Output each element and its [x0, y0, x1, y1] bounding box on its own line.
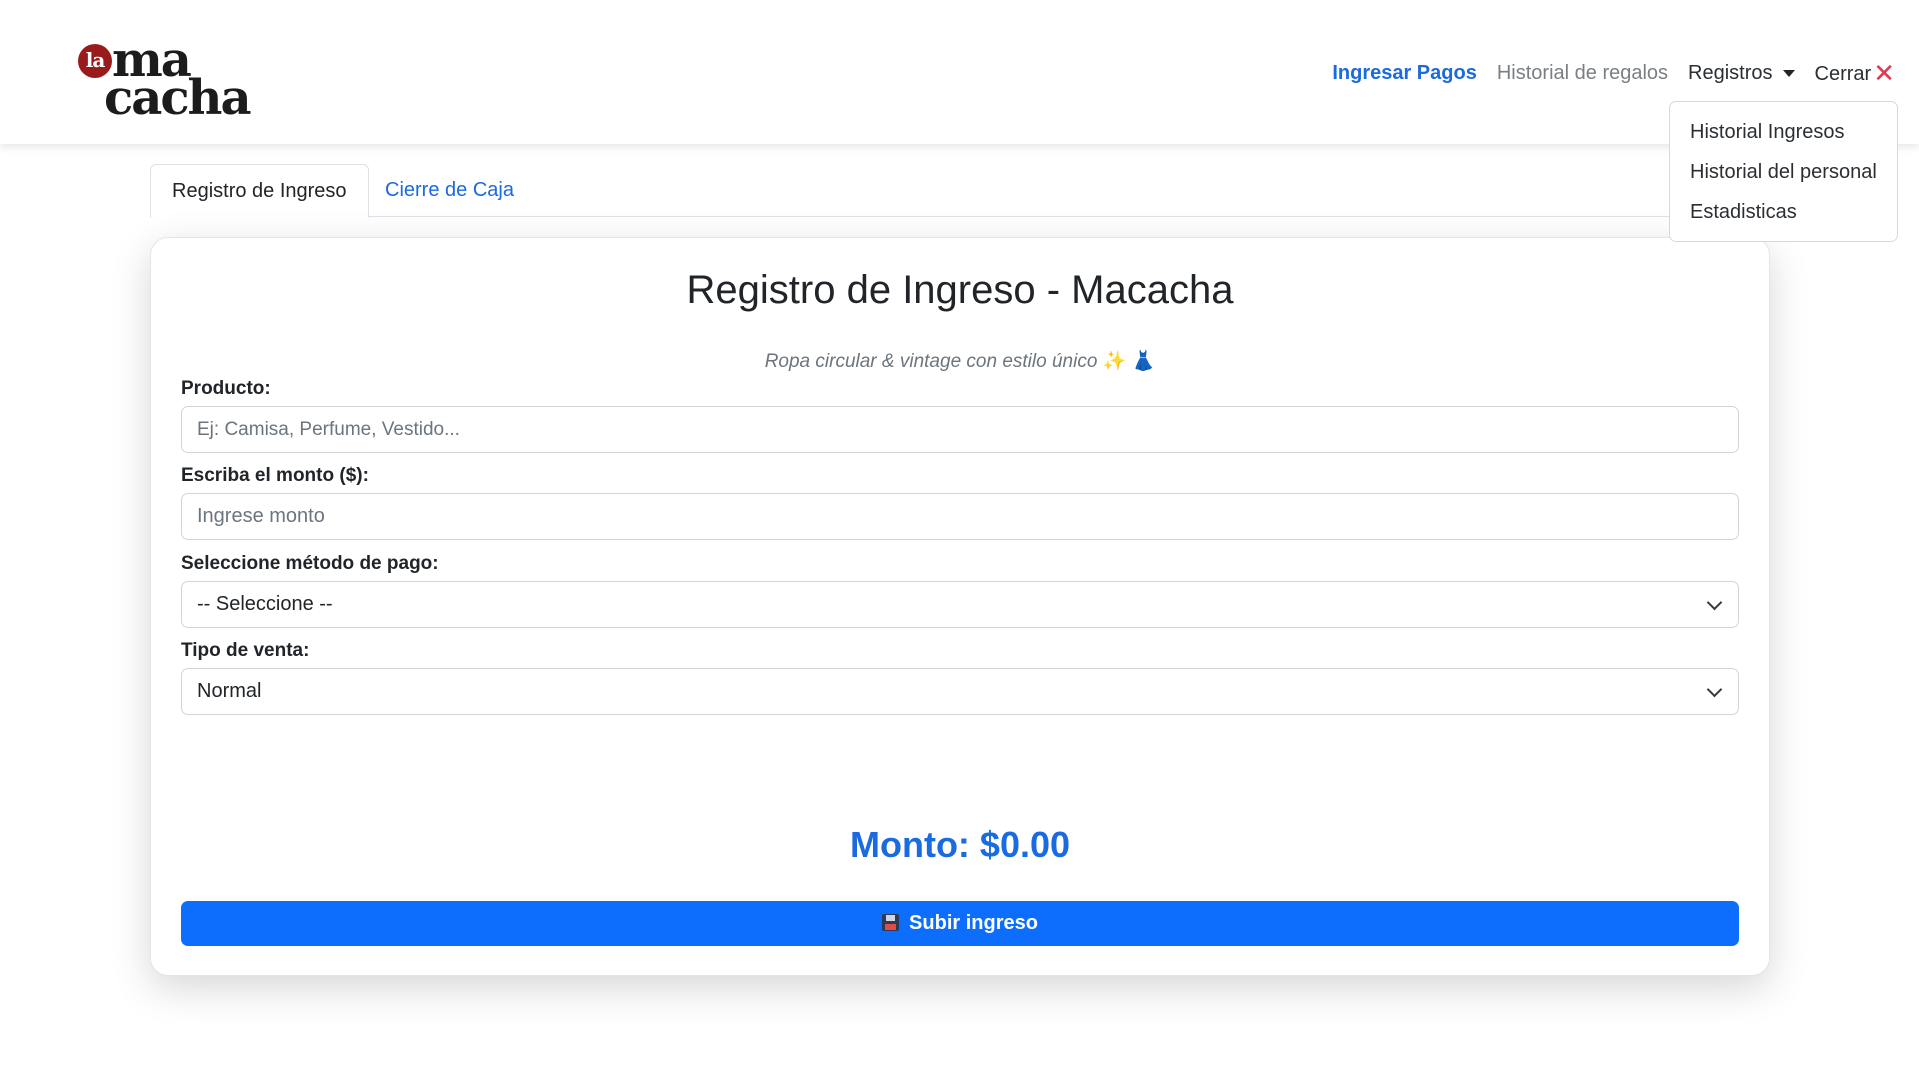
tabs: Registro de Ingreso Cierre de Caja	[150, 164, 1769, 218]
tab-registro-ingreso[interactable]: Registro de Ingreso	[150, 164, 369, 218]
registro-card: Registro de Ingreso - Macacha Ropa circu…	[150, 237, 1770, 976]
tipo-venta-select[interactable]: Normal	[181, 668, 1739, 715]
floppy-disk-icon	[882, 914, 900, 931]
nav-registros-label: Registros	[1688, 61, 1773, 84]
nav-cerrar[interactable]: Cerrar✕	[1815, 58, 1895, 89]
nav-links: Ingresar Pagos Historial de regalos Regi…	[1312, 56, 1895, 90]
sparkles-icon: ✨	[1102, 351, 1127, 372]
metodo-pago-label: Seleccione método de pago:	[181, 553, 439, 574]
dropdown-item-historial-ingresos[interactable]: Historial Ingresos	[1670, 112, 1897, 152]
nav-ingresar-pagos[interactable]: Ingresar Pagos	[1332, 62, 1477, 85]
page-title: Registro de Ingreso - Macacha	[686, 268, 1234, 312]
dress-icon: 👗	[1131, 351, 1156, 372]
subir-ingreso-button[interactable]: Subir ingreso	[181, 901, 1739, 946]
producto-label: Producto:	[181, 378, 271, 399]
macacha-logo[interactable]: la ma cacha	[78, 36, 268, 126]
nav-cerrar-label: Cerrar	[1814, 62, 1872, 85]
nav-registros-dropdown[interactable]: Registros	[1688, 61, 1795, 85]
producto-input[interactable]	[181, 406, 1739, 453]
registros-dropdown-menu: Historial Ingresos Historial del persona…	[1669, 101, 1898, 242]
metodo-pago-select-box: -- Seleccione --	[181, 581, 1739, 628]
tipo-venta-select-box: Normal	[181, 668, 1739, 715]
metodo-pago-value: -- Seleccione --	[197, 593, 333, 615]
metodo-pago-select[interactable]: -- Seleccione --	[181, 581, 1739, 628]
nav-historial-regalos[interactable]: Historial de regalos	[1497, 62, 1668, 85]
navbar: la ma cacha Ingresar Pagos Historial de …	[0, 0, 1919, 144]
logo-line-2: cacha	[104, 70, 252, 126]
page-subtitle: Ropa circular & vintage con estilo único…	[151, 349, 1769, 373]
chevron-down-icon	[1706, 594, 1723, 611]
dropdown-item-estadisticas[interactable]: Estadisticas	[1670, 192, 1897, 232]
close-icon: ✕	[1873, 57, 1895, 88]
subir-ingreso-label: Subir ingreso	[909, 912, 1038, 934]
caret-down-icon	[1782, 69, 1795, 77]
chevron-down-icon	[1706, 681, 1723, 698]
monto-input[interactable]	[181, 493, 1739, 540]
tipo-venta-label: Tipo de venta:	[181, 640, 310, 661]
dropdown-item-historial-personal[interactable]: Historial del personal	[1670, 152, 1897, 192]
subtitle-text: Ropa circular & vintage con estilo único	[764, 351, 1098, 372]
tab-cierre-caja[interactable]: Cierre de Caja	[364, 164, 535, 217]
monto-label: Escriba el monto ($):	[181, 465, 369, 486]
monto-total: Monto: $0.00	[849, 824, 1071, 865]
tipo-venta-value: Normal	[197, 680, 262, 702]
